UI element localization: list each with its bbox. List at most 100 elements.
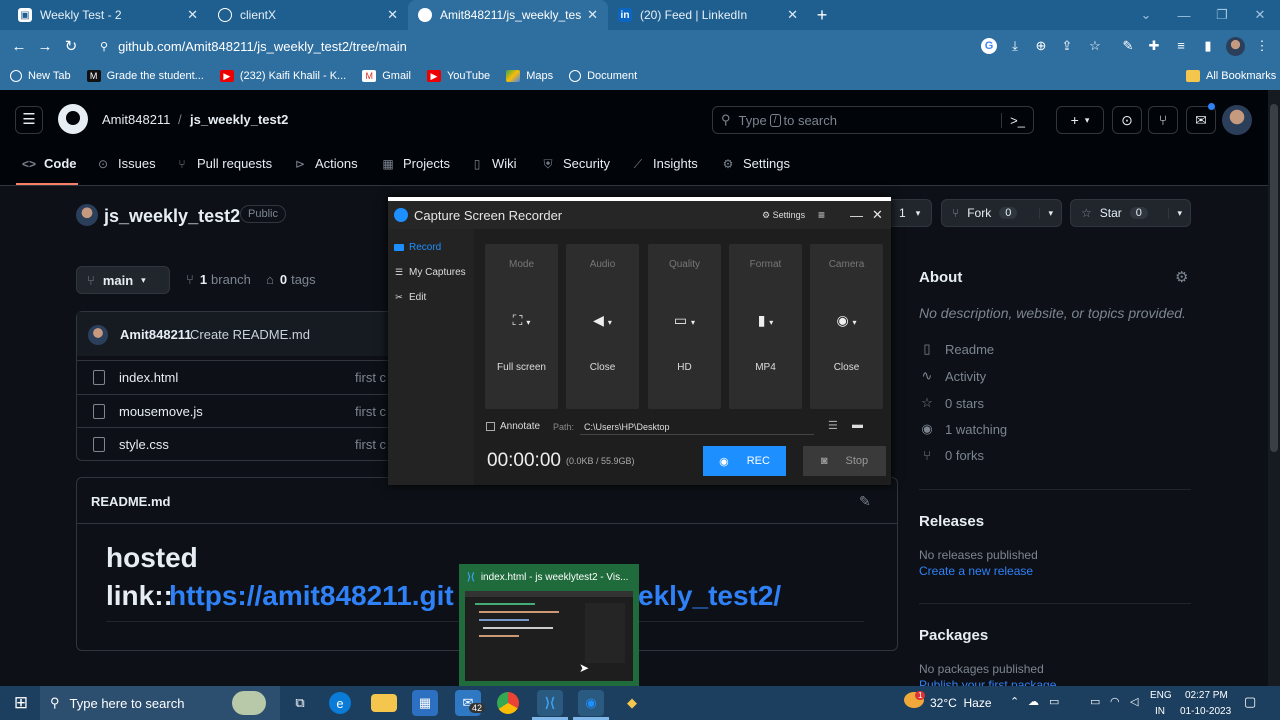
tags-link[interactable]: ⌂ 0 tags [266, 272, 316, 287]
forks-link[interactable]: ⑂ 0 forks [919, 448, 984, 463]
tab-clientx[interactable]: clientX ✕ [208, 0, 408, 30]
watching-link[interactable]: ◉ 1 watching [919, 421, 1007, 437]
star-button[interactable]: ☆ Star 0 ▾ [1070, 199, 1191, 227]
tab-weekly-test[interactable]: ▣ Weekly Test - 2 ✕ [8, 0, 208, 30]
tab-issues[interactable]: ⊙ Issues [96, 156, 156, 171]
rec-button[interactable]: ◉ REC [703, 446, 786, 476]
forward-button[interactable]: → [32, 38, 58, 55]
task-view-icon[interactable]: ⧉ [287, 690, 313, 716]
list-icon[interactable]: ☰ [828, 419, 838, 432]
tab-projects[interactable]: ▦ Projects [381, 156, 450, 171]
tab-settings[interactable]: ⚙ Settings [721, 156, 790, 171]
minimize-button[interactable]: — [850, 208, 863, 223]
readme-title[interactable]: README.md [91, 494, 170, 509]
bookmark-star-icon[interactable]: ☆ [1087, 38, 1103, 54]
weather-text[interactable]: 32°C Haze [930, 696, 992, 710]
extensions-icon[interactable]: ✚ [1146, 38, 1162, 54]
bookmark-maps[interactable]: Maps [506, 70, 553, 82]
file-row[interactable]: style.css first c [76, 427, 388, 461]
bookmark-document[interactable]: Document [569, 70, 637, 82]
clock-date[interactable]: 01-10-2023 [1180, 706, 1231, 717]
releases-title[interactable]: Releases [919, 513, 984, 530]
scrollbar-thumb[interactable] [1270, 104, 1278, 452]
menu-button[interactable]: ☰ [15, 106, 43, 134]
nav-record[interactable]: Record [394, 242, 441, 253]
all-bookmarks[interactable]: All Bookmarks [1186, 70, 1276, 82]
file-name[interactable]: index.html [119, 370, 355, 385]
hamburger-icon[interactable]: ≡ [818, 208, 825, 222]
chevron-down-icon[interactable]: ⌄ [1126, 0, 1166, 30]
volume-icon[interactable]: ◁ [1130, 695, 1138, 708]
issues-icon[interactable]: ⊙ [1112, 106, 1142, 134]
vscode-preview[interactable]: ⟩⟨ index.html - js weeklytest2 - Vis... [459, 564, 639, 686]
tab-wiki[interactable]: ▯ Wiki [470, 156, 517, 171]
nav-edit[interactable]: ✂ Edit [394, 292, 426, 303]
mode-card[interactable]: Mode ⛶ ▾ Full screen [485, 244, 558, 409]
install-icon[interactable]: ⤓ [1007, 38, 1023, 54]
stop-button[interactable]: ◙ Stop [803, 446, 886, 476]
commit-avatar[interactable] [88, 325, 108, 345]
packages-title[interactable]: Packages [919, 627, 988, 644]
address-bar[interactable]: ⚲ github.com/Amit848211/js_weekly_test2/… [90, 34, 1110, 58]
file-row[interactable]: mousemove.js first c [76, 394, 388, 428]
stars-link[interactable]: ☆ 0 stars [919, 395, 984, 411]
camera-card[interactable]: Camera ◉ ▾ Close [810, 244, 883, 409]
back-button[interactable]: ← [6, 38, 32, 55]
branches-link[interactable]: ⑂ 1 branch [186, 272, 251, 287]
commit-author[interactable]: Amit848211 [120, 327, 192, 342]
maximize-button[interactable]: ❐ [1202, 0, 1242, 30]
fork-button[interactable]: ⑂ Fork 0 ▾ [941, 199, 1062, 227]
tab-github[interactable]: Amit848211/js_weekly_test2 ✕ [408, 0, 608, 30]
vscode-icon[interactable]: ⟩⟨ [537, 690, 563, 716]
meet-icon[interactable]: ▭ [1049, 695, 1059, 708]
repo-link[interactable]: js_weekly_test2 [190, 112, 288, 127]
window-close-button[interactable]: ✕ [1240, 0, 1280, 30]
chrome-icon[interactable] [497, 692, 519, 714]
annotate-checkbox[interactable]: Annotate [486, 421, 540, 432]
google-icon[interactable]: G [981, 38, 997, 54]
pen-extension-icon[interactable]: ✎ [1120, 38, 1136, 54]
close-icon[interactable]: ✕ [387, 7, 398, 23]
command-palette-icon[interactable]: >_ [1001, 112, 1025, 128]
file-name[interactable]: style.css [119, 437, 355, 452]
file-row[interactable]: index.html first c [76, 360, 388, 394]
cloud-icon[interactable]: ☁ [1028, 695, 1039, 708]
wifi-icon[interactable]: ◠ [1110, 695, 1120, 708]
publish-package-link[interactable]: Publish your first package [919, 678, 1056, 686]
minimize-button[interactable]: — [1164, 0, 1204, 30]
taskbar-search[interactable]: ⚲ Type here to search [40, 686, 280, 720]
tab-linkedin[interactable]: in (20) Feed | LinkedIn ✕ [608, 0, 808, 30]
site-info-icon[interactable]: ⚲ [100, 40, 108, 53]
git-icon[interactable]: ◆ [619, 690, 645, 716]
close-icon[interactable]: ✕ [587, 7, 598, 23]
tab-insights[interactable]: ⟋ Insights [631, 156, 698, 171]
format-card[interactable]: Format ▮ ▾ MP4 [729, 244, 802, 409]
notification-center-icon[interactable]: ▢ [1244, 694, 1256, 710]
edit-pencil-icon[interactable]: ✎ [859, 493, 871, 510]
tray-chevron-icon[interactable]: ⌃ [1010, 695, 1019, 708]
branch-select[interactable]: ⑂ main ▾ [76, 266, 170, 294]
clock-time[interactable]: 02:27 PM [1185, 690, 1228, 701]
profile-avatar[interactable] [1226, 37, 1245, 56]
recorder-settings[interactable]: ⚙ Settings [762, 210, 805, 221]
bookmark-youtube[interactable]: ▶ YouTube [426, 70, 490, 82]
bookmark-new-tab[interactable]: New Tab [10, 70, 71, 82]
pull-requests-icon[interactable]: ⑂ [1148, 106, 1178, 134]
recorder-taskbar-icon[interactable]: ◉ [578, 690, 604, 716]
github-logo-icon[interactable] [58, 104, 88, 134]
reload-button[interactable]: ↻ [58, 37, 84, 55]
search-input[interactable]: ⚲ Type / to search >_ [712, 106, 1034, 134]
commit-message[interactable]: Create README.md [190, 327, 310, 342]
owner-link[interactable]: Amit848211 [102, 112, 170, 127]
close-icon[interactable]: ✕ [187, 7, 198, 23]
bookmark-grade[interactable]: M Grade the student... [86, 70, 204, 82]
repo-owner-avatar[interactable] [76, 204, 98, 226]
language-top[interactable]: ENG [1150, 690, 1172, 701]
file-name[interactable]: mousemove.js [119, 404, 355, 419]
tab-security[interactable]: ⛨ Security [541, 156, 609, 171]
gear-icon[interactable]: ⚙ [1175, 268, 1188, 286]
share-icon[interactable]: ⇪ [1059, 38, 1075, 54]
bookmark-kaifi[interactable]: ▶ (232) Kaifi Khalil - K... [219, 70, 346, 82]
readme-link[interactable]: https://amit848211.git [169, 580, 454, 612]
tab-pull-requests[interactable]: ⑂ Pull requests [175, 156, 272, 171]
